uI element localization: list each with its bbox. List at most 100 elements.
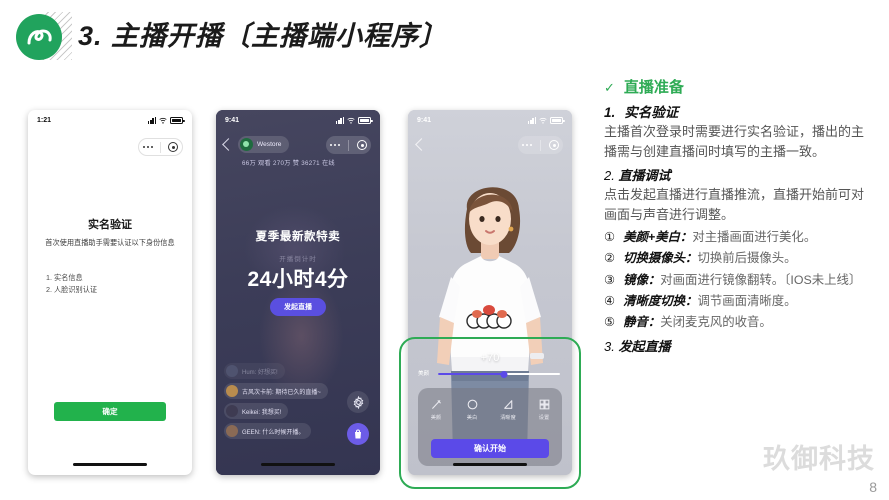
shop-bag-button[interactable] bbox=[347, 423, 369, 445]
home-indicator bbox=[73, 463, 147, 466]
wifi-icon bbox=[347, 117, 355, 124]
status-time: 9:41 bbox=[417, 116, 432, 124]
list-item: 1. 实名信息 bbox=[46, 273, 83, 282]
countdown-label: 开播倒计时 bbox=[279, 256, 317, 263]
sub-item-text: 镜像：对画面进行镜像翻转。〔IOS未上线〕 bbox=[623, 272, 862, 287]
sub-item-text: 美颜+美白：对主播画面进行美化。 bbox=[623, 230, 817, 245]
capsule-divider bbox=[540, 139, 542, 151]
whiten-circle-icon bbox=[467, 399, 477, 410]
settings-button[interactable] bbox=[347, 391, 369, 413]
page-number: 8 bbox=[869, 479, 877, 495]
description-panel: ✓ 直播准备 1. 实名验证 主播首次登录时需要进行实名验证，播出的主播需与创建直… bbox=[604, 76, 876, 355]
logo bbox=[16, 10, 72, 62]
miniprogram-capsule[interactable] bbox=[138, 138, 183, 156]
status-time: 1:21 bbox=[37, 116, 52, 124]
step3-title: 3. 发起直播 bbox=[604, 336, 876, 355]
go-live-button[interactable]: 发起直播 bbox=[270, 298, 326, 316]
step2-title: 2. 直播调试 bbox=[604, 165, 876, 184]
status-time: 9:41 bbox=[225, 116, 240, 124]
avatar bbox=[226, 425, 238, 437]
watermark: 玖御科技 bbox=[763, 444, 875, 474]
confirm-button[interactable]: 确定 bbox=[54, 402, 166, 421]
status-bar: 1:21 bbox=[28, 110, 192, 130]
marker: ③ bbox=[604, 272, 616, 287]
more-dots-icon[interactable] bbox=[329, 143, 341, 147]
status-bar: 9:41 bbox=[216, 110, 380, 130]
check-icon: ✓ bbox=[604, 80, 615, 95]
phone1-requirement-list: 1. 实名信息 2. 人脸识别认证 bbox=[46, 272, 97, 296]
tool-label: 设置 bbox=[538, 415, 550, 421]
section-title: 直播准备 bbox=[623, 79, 684, 96]
battery-icon bbox=[358, 117, 373, 124]
phone-mockup-camera-setup: 9:41 +70 美颜 美颜 美白 清晰度 设置 确认开始 bbox=[408, 110, 572, 475]
camera-tool-panel: 美颜 美白 清晰度 设置 确认开始 bbox=[418, 388, 562, 466]
countdown-value: 24小时4分 bbox=[247, 268, 349, 291]
marker: ⑤ bbox=[604, 315, 616, 330]
close-target-icon[interactable] bbox=[549, 140, 560, 150]
wifi-icon bbox=[539, 117, 547, 124]
live-stats: 66万 观看 270万 赞 36271 在线 bbox=[242, 160, 335, 167]
shop-name: Westore bbox=[257, 141, 282, 148]
page-title: 3. 主播开播〔主播端小程序〕 bbox=[78, 21, 448, 51]
step1-title: 1. 实名验证 bbox=[604, 101, 876, 121]
section-heading: ✓ 直播准备 bbox=[604, 76, 876, 97]
tool-clarity[interactable]: 清晰度 bbox=[490, 398, 526, 421]
tool-label: 美白 bbox=[466, 415, 478, 421]
phone1-title: 实名验证 bbox=[88, 219, 132, 231]
chat-message: GEEN: 什么时候开播。 bbox=[224, 423, 312, 439]
tool-beauty[interactable]: 美颜 bbox=[418, 398, 454, 421]
clarity-triangle-icon bbox=[503, 400, 512, 409]
gear-icon bbox=[353, 395, 363, 409]
sub-item: ② 切换摄像头：切换前后摄像头。 bbox=[604, 249, 876, 268]
step2-label: 直播调试 bbox=[618, 168, 671, 184]
signal-icon bbox=[336, 116, 344, 124]
tool-label: 清晰度 bbox=[500, 415, 516, 421]
confirm-start-button[interactable]: 确认开始 bbox=[431, 439, 549, 458]
avatar bbox=[226, 405, 238, 417]
step1-body: 主播首次登录时需要进行实名验证，播出的主播需与创建直播间时填写的主播一致。 bbox=[604, 124, 865, 160]
status-icons bbox=[148, 116, 185, 124]
step1-label: 实名验证 bbox=[624, 105, 679, 120]
slider-knob[interactable] bbox=[500, 370, 508, 378]
tool-label: 美颜 bbox=[430, 415, 442, 421]
close-target-icon[interactable] bbox=[168, 142, 179, 152]
capsule-divider bbox=[348, 139, 350, 151]
status-bar: 9:41 bbox=[408, 110, 572, 130]
tool-settings[interactable]: 设置 bbox=[526, 398, 562, 421]
sub-item-text: 切换摄像头：切换前后摄像头。 bbox=[623, 251, 797, 266]
sub-item: ① 美颜+美白：对主播画面进行美化。 bbox=[604, 228, 876, 247]
avatar bbox=[226, 365, 238, 377]
beauty-wand-icon bbox=[431, 400, 441, 409]
sub-item: ④ 清晰度切换：调节画面清晰度。 bbox=[604, 292, 876, 311]
slider-value: +70 bbox=[480, 352, 500, 364]
status-icons bbox=[528, 116, 565, 124]
marker: ④ bbox=[604, 294, 616, 309]
step3-label: 发起直播 bbox=[618, 339, 671, 355]
marker: ① bbox=[604, 230, 616, 245]
close-target-icon[interactable] bbox=[357, 140, 368, 150]
shop-avatar bbox=[240, 138, 253, 151]
more-dots-icon[interactable] bbox=[142, 145, 154, 149]
slide-page: 3. 主播开播〔主播端小程序〕 1:21 实名验证 首次使用直播助手需要认证以下… bbox=[0, 0, 889, 500]
chat-text: Hum: 好想买! bbox=[242, 369, 278, 376]
tool-whiten[interactable]: 美白 bbox=[454, 398, 490, 421]
capsule-divider bbox=[160, 141, 162, 153]
step3-number: 3. bbox=[604, 339, 615, 355]
list-item: 2. 人脸识别认证 bbox=[46, 284, 98, 294]
chat-text: 古风次卡前: 期待已久的直播~ bbox=[242, 389, 321, 396]
step2-body: 点击发起直播进行直播推流，直播开始前可对画面与声音进行调整。 bbox=[604, 187, 865, 223]
slider-label: 美颜 bbox=[418, 371, 430, 377]
phone-mockup-prelive: 9:41 Westore 66万 观看 270万 赞 36271 在线 夏季最新… bbox=[216, 110, 380, 475]
chat-message: Hum: 好想买! bbox=[224, 363, 285, 379]
sub-item-text: 清晰度切换：调节画面清晰度。 bbox=[623, 294, 797, 309]
miniprogram-capsule[interactable] bbox=[518, 136, 563, 154]
phone-mockup-realname: 1:21 实名验证 首次使用直播助手需要认证以下身份信息 1. 实名信息 2. … bbox=[28, 110, 192, 475]
sub-item-text: 静音：关闭麦克风的收音。 bbox=[623, 315, 772, 330]
step1-number: 1. bbox=[604, 105, 616, 120]
shop-chip[interactable]: Westore bbox=[238, 136, 290, 153]
avatar bbox=[226, 385, 238, 397]
status-icons bbox=[336, 116, 373, 124]
more-dots-icon[interactable] bbox=[521, 143, 533, 147]
miniprogram-capsule[interactable] bbox=[326, 136, 371, 154]
marker: ② bbox=[604, 251, 616, 266]
